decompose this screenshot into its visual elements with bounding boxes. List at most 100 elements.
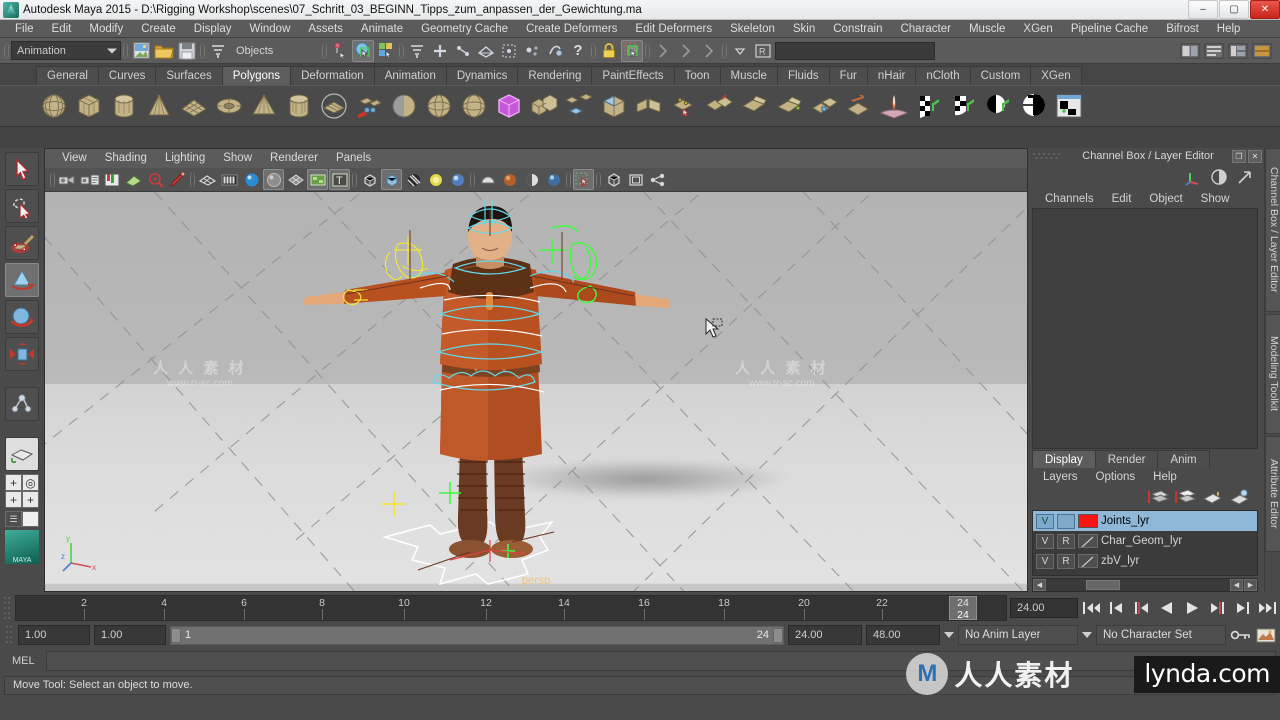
- character-set-dropdown-arrow-icon[interactable]: [1082, 632, 1092, 638]
- poly-cube-icon[interactable]: [73, 90, 105, 122]
- uv-automatic-icon[interactable]: [1018, 90, 1050, 122]
- mirror-geometry-icon[interactable]: [633, 90, 665, 122]
- smooth-icon[interactable]: [668, 90, 700, 122]
- menu-create-deformers[interactable]: Create Deformers: [517, 20, 626, 38]
- command-line-input[interactable]: [46, 651, 1276, 671]
- menu-help[interactable]: Help: [1208, 20, 1250, 38]
- save-scene-icon[interactable]: [176, 40, 198, 62]
- combine-icon[interactable]: [528, 90, 560, 122]
- step-forward-key-icon[interactable]: [1206, 597, 1228, 619]
- step-back-key-icon[interactable]: [1131, 597, 1153, 619]
- scroll-right-arrow-icon[interactable]: ▶: [1244, 579, 1257, 591]
- layout-quad-2[interactable]: ◎: [22, 474, 39, 491]
- current-time-indicator[interactable]: 24 24: [949, 596, 977, 620]
- snap-to-view-planes-icon[interactable]: [498, 40, 520, 62]
- scroll-thumb[interactable]: [1086, 580, 1120, 590]
- uv-cylindrical-icon[interactable]: [948, 90, 980, 122]
- merge-icon[interactable]: [843, 90, 875, 122]
- input-field-icon[interactable]: R: [752, 40, 774, 62]
- playback-start-field[interactable]: 1.00: [94, 625, 166, 645]
- xray-joints-icon[interactable]: [499, 169, 520, 190]
- tool-settings-icon[interactable]: [1227, 40, 1249, 62]
- channels-menu[interactable]: Channels: [1036, 193, 1103, 205]
- range-end-handle[interactable]: [773, 627, 783, 643]
- panel-restore-button[interactable]: ❐: [1232, 149, 1246, 163]
- uv-spherical-icon[interactable]: [983, 90, 1015, 122]
- layer-horizontal-scrollbar[interactable]: ◀ ◀ ▶: [1032, 578, 1258, 592]
- lock-icon[interactable]: [598, 40, 620, 62]
- screen-space-ao-icon[interactable]: [381, 169, 402, 190]
- snap-to-points-icon[interactable]: [452, 40, 474, 62]
- layers-options-menu[interactable]: Options: [1087, 471, 1145, 483]
- go-to-start-icon[interactable]: [1081, 597, 1103, 619]
- step-right3-icon[interactable]: [698, 40, 720, 62]
- uv-texture-editor-icon[interactable]: [1053, 90, 1085, 122]
- shelf-tab-dynamics[interactable]: Dynamics: [445, 66, 519, 85]
- shelf-tab-curves[interactable]: Curves: [97, 66, 157, 85]
- layer-visibility-toggle[interactable]: V: [1036, 533, 1054, 549]
- sculpt-geometry-icon[interactable]: [878, 90, 910, 122]
- shaded-icon[interactable]: [219, 169, 240, 190]
- menu-skin[interactable]: Skin: [784, 20, 824, 38]
- animation-end-field[interactable]: 48.00: [866, 625, 940, 645]
- layout-quad-1[interactable]: +: [5, 474, 22, 491]
- single-perspective-layout-icon[interactable]: [5, 437, 39, 471]
- time-slider-grip-icon[interactable]: [2, 595, 12, 621]
- channel-box-axis-icon[interactable]: [1184, 168, 1202, 186]
- panel-grip-icon[interactable]: [1032, 151, 1066, 161]
- minimize-button[interactable]: –: [1188, 0, 1218, 19]
- shelf-tab-fur[interactable]: Fur: [828, 66, 868, 85]
- viewport-3d-scene[interactable]: 人 人 素 材 www.rr-sc.com 人 人 素 材 www.rr-sc.co…: [45, 192, 1027, 591]
- layer-visibility-toggle[interactable]: V: [1036, 553, 1054, 569]
- layer-options-icon[interactable]: [1201, 489, 1223, 507]
- viewport-menu-show[interactable]: Show: [214, 149, 261, 168]
- channel-box-icon[interactable]: [1251, 40, 1273, 62]
- append-polygon-icon[interactable]: [808, 90, 840, 122]
- step-right2-icon[interactable]: [675, 40, 697, 62]
- poly-prism-icon[interactable]: [283, 90, 315, 122]
- layer-mode-toggle[interactable]: R: [1057, 533, 1075, 549]
- poly-cylinder-icon[interactable]: [108, 90, 140, 122]
- maximize-button[interactable]: ▢: [1219, 0, 1249, 19]
- shelf-tab-surfaces[interactable]: Surfaces: [155, 66, 223, 85]
- layer-row-zbv[interactable]: V R zbV_lyr: [1033, 551, 1257, 571]
- menu-animate[interactable]: Animate: [352, 20, 412, 38]
- menu-pipeline-cache[interactable]: Pipeline Cache: [1062, 20, 1157, 38]
- layout-left-pane[interactable]: ☰: [5, 511, 22, 527]
- new-scene-icon[interactable]: [130, 40, 152, 62]
- shelf-tab-ncloth[interactable]: nCloth: [915, 66, 971, 85]
- panel-close-button[interactable]: ✕: [1248, 149, 1262, 163]
- channel-box-content[interactable]: [1032, 208, 1258, 449]
- menu-xgen[interactable]: XGen: [1014, 20, 1061, 38]
- uv-planar-icon[interactable]: [913, 90, 945, 122]
- menu-display[interactable]: Display: [185, 20, 241, 38]
- animation-preferences-icon[interactable]: [1256, 627, 1276, 644]
- move-tool[interactable]: [5, 263, 39, 297]
- character-set-dropdown[interactable]: No Character Set: [1096, 625, 1226, 645]
- layer-row-joints[interactable]: V Joints_lyr: [1033, 511, 1257, 531]
- xray-active-components-icon[interactable]: [521, 169, 542, 190]
- menu-skeleton[interactable]: Skeleton: [721, 20, 784, 38]
- close-button[interactable]: ✕: [1250, 0, 1280, 19]
- scroll-left-arrow-2-icon[interactable]: ◀: [1230, 579, 1243, 591]
- playback-end-field[interactable]: 24.00: [788, 625, 862, 645]
- selection-mode-hierarchy-icon[interactable]: [207, 40, 229, 62]
- viewport-menu-shading[interactable]: Shading: [96, 149, 156, 168]
- construction-history-icon[interactable]: [544, 40, 566, 62]
- menu-create[interactable]: Create: [132, 20, 185, 38]
- select-by-component-icon[interactable]: [329, 40, 351, 62]
- booleans-icon[interactable]: [598, 90, 630, 122]
- multisample-icon[interactable]: [425, 169, 446, 190]
- lights-icon[interactable]: T: [329, 169, 350, 190]
- layer-tab-anim[interactable]: Anim: [1157, 450, 1210, 468]
- menu-edit[interactable]: Edit: [43, 20, 81, 38]
- rigged-character[interactable]: [290, 192, 670, 591]
- layer-visibility-toggle[interactable]: V: [1036, 513, 1054, 529]
- range-start-handle[interactable]: [171, 627, 181, 643]
- anim-layer-dropdown-arrow-icon[interactable]: [944, 632, 954, 638]
- poly-cube-purple-icon[interactable]: [493, 90, 525, 122]
- bevel-icon[interactable]: [738, 90, 770, 122]
- shelf-tab-fluids[interactable]: Fluids: [776, 66, 830, 85]
- layer-mode-toggle[interactable]: R: [1057, 553, 1075, 569]
- bridge-icon[interactable]: [773, 90, 805, 122]
